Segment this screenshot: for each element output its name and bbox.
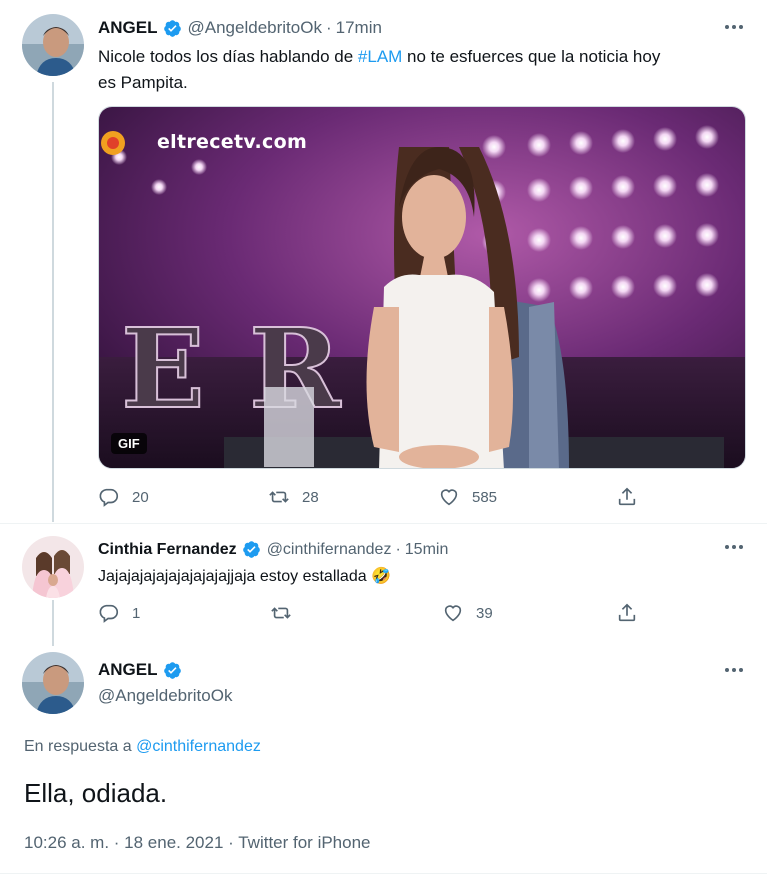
mention-link[interactable]: @cinthifernandez xyxy=(136,738,261,755)
display-name[interactable]: ANGEL xyxy=(98,18,158,38)
verified-icon xyxy=(163,661,181,679)
laughing-emoji: 🤣 xyxy=(371,568,391,585)
timestamp[interactable]: 17min xyxy=(336,18,382,38)
reply-prefix: En respuesta a xyxy=(24,738,137,755)
verified-icon xyxy=(242,541,260,558)
thread-line-1 xyxy=(52,82,54,522)
tweet-text-part: Nicole todos los días hablando de xyxy=(98,47,358,66)
share-icon xyxy=(618,487,636,506)
svg-text:E: E xyxy=(121,304,205,433)
divider xyxy=(0,873,767,874)
like-icon xyxy=(440,489,458,506)
tweet-text-part: no te esfuerces que la noticia hoy xyxy=(402,47,661,66)
avatar[interactable] xyxy=(22,536,84,598)
share-button[interactable] xyxy=(616,486,638,508)
like-count: 39 xyxy=(476,604,493,622)
handle[interactable]: @AngeldebritoOk xyxy=(98,686,232,706)
share-icon xyxy=(618,603,636,622)
reply-context: En respuesta a @cinthifernandez xyxy=(24,738,261,756)
reply-count: 1 xyxy=(132,604,141,622)
separator-dot: · xyxy=(325,18,332,37)
tweet-meta[interactable]: 10:26 a. m. · 18 ene. 2021 · Twitter for… xyxy=(24,833,371,853)
timestamp[interactable]: 15min xyxy=(405,541,449,559)
hashtag-link[interactable]: #LAM xyxy=(358,47,402,66)
verified-icon xyxy=(163,19,181,37)
retweet-icon xyxy=(271,607,291,619)
tweet-text: Ella, odiada. xyxy=(24,778,168,808)
thread-line-2 xyxy=(52,600,54,646)
more-icon[interactable] xyxy=(725,25,743,29)
handle[interactable]: @cinthifernandez xyxy=(267,541,392,559)
reply-count: 20 xyxy=(132,488,149,506)
avatar[interactable] xyxy=(22,652,84,714)
like-count: 585 xyxy=(472,488,498,506)
more-icon[interactable] xyxy=(725,545,743,549)
tweet-header: Cinthia Fernandez @cinthifernandez · 15m… xyxy=(98,540,448,559)
retweet-icon xyxy=(269,491,289,503)
gif-badge: GIF xyxy=(111,433,147,454)
tweet-header: ANGEL xyxy=(98,660,182,680)
tweet-text: Nicole todos los días hablando de #LAM n… xyxy=(98,44,748,96)
tweet-text: Jajajajajajajajajajajjaja estoy estallad… xyxy=(98,564,391,590)
retweet-button[interactable]: 28 xyxy=(268,486,319,508)
display-name[interactable]: Cinthia Fernandez xyxy=(98,541,237,559)
reply-button[interactable]: 1 xyxy=(98,602,140,624)
like-icon xyxy=(444,605,462,622)
reply-button[interactable]: 20 xyxy=(98,486,149,508)
tweet-text-line2: es Pampita. xyxy=(98,73,188,92)
more-icon[interactable] xyxy=(725,668,743,672)
watermark: eltrecetv.com xyxy=(157,131,308,153)
separator-dot: · xyxy=(395,540,401,558)
reply-icon xyxy=(99,488,119,507)
reply-icon xyxy=(99,604,119,623)
handle-row: @AngeldebritoOk xyxy=(98,686,232,706)
like-button[interactable]: 39 xyxy=(442,602,493,624)
share-button[interactable] xyxy=(616,602,638,624)
retweet-count: 28 xyxy=(302,488,319,506)
handle[interactable]: @AngeldebritoOk xyxy=(188,18,322,38)
tweet-text-main: Jajajajajajajajajajajjaja estoy estallad… xyxy=(98,568,367,585)
like-button[interactable]: 585 xyxy=(438,486,497,508)
gif-media[interactable]: E R eltrecetv.com GIF xyxy=(98,106,746,469)
tweet-header: ANGEL @AngeldebritoOk · 17min xyxy=(98,18,382,38)
retweet-button[interactable] xyxy=(270,602,292,624)
divider xyxy=(0,523,767,524)
avatar[interactable] xyxy=(22,14,84,76)
display-name[interactable]: ANGEL xyxy=(98,660,158,680)
